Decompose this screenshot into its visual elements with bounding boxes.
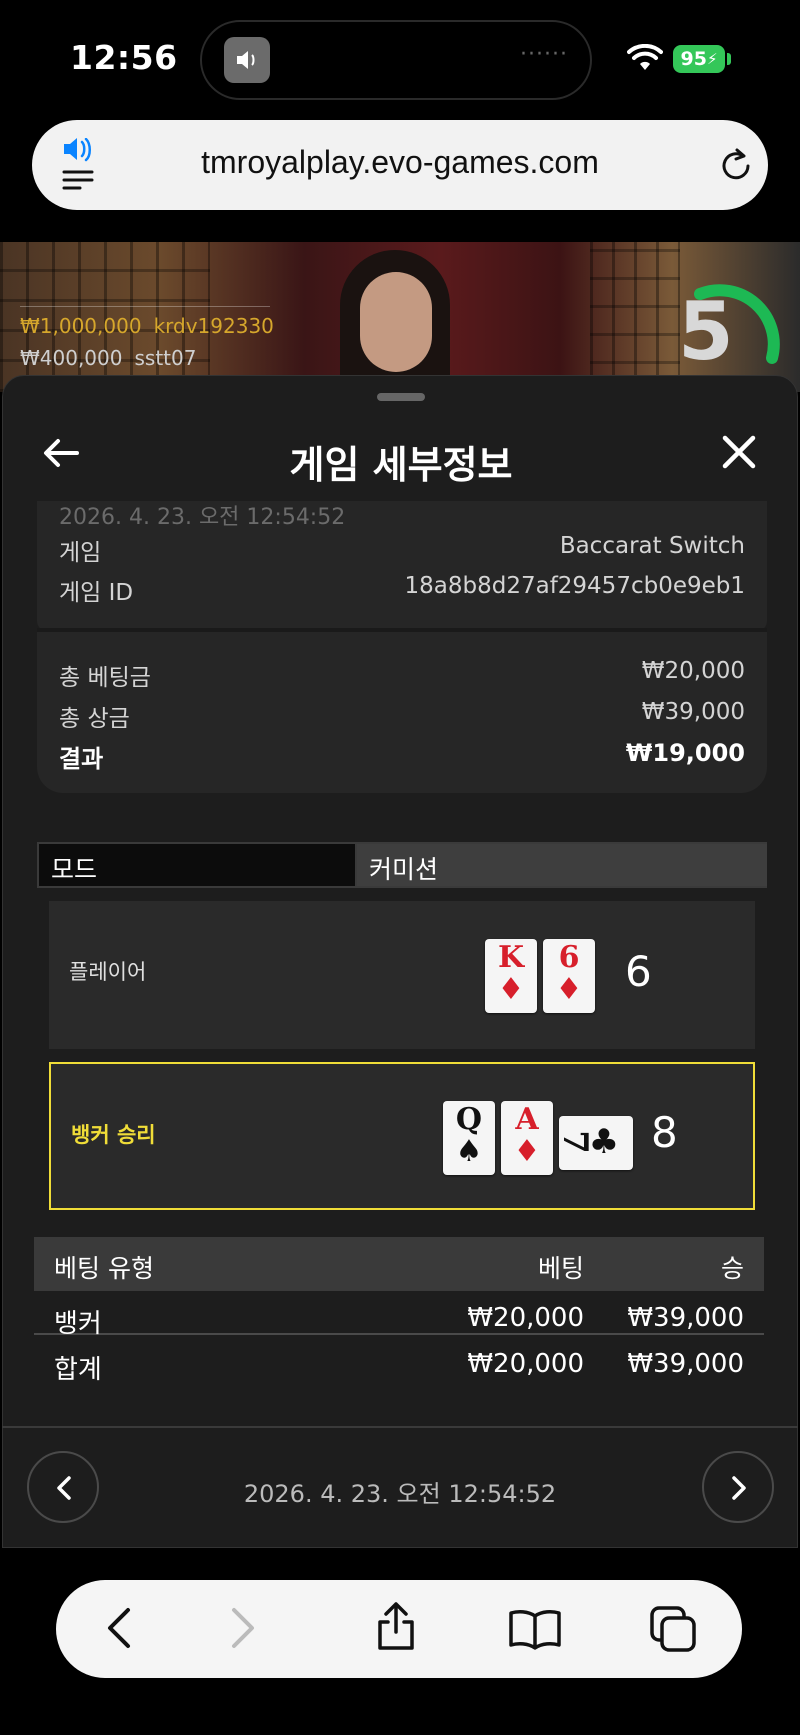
sheet-drag-handle[interactable] (377, 393, 425, 401)
address-bar[interactable]: tmroyalplay.evo-games.com (32, 120, 768, 210)
winner-amount: ₩1,000,000 (20, 314, 142, 338)
bet-amount: ₩20,000 (467, 1303, 584, 1333)
summary-row-result: 결과 ₩19,000 (59, 739, 745, 773)
card-rank: 7 (554, 1130, 595, 1154)
card-rank: A (515, 1102, 539, 1137)
summary-row-total-bet: 총 베팅금 ₩20,000 (59, 658, 745, 692)
win-amount: ₩39,000 (627, 1303, 744, 1333)
summary-row-total-win: 총 상금 ₩39,000 (59, 699, 745, 733)
win-amount: ₩39,000 (627, 1349, 744, 1379)
page-title: 게임 세부정보 (289, 443, 513, 487)
winner-row: ₩1,000,000 krdv192330 (20, 314, 286, 338)
player-hand: 플레이어 K ♦ 6 ♦ 6 (49, 901, 755, 1049)
diamond-suit-icon: ♦ (497, 972, 525, 1007)
dynamic-island: ······ (200, 20, 592, 100)
back-chevron-icon[interactable] (104, 1606, 134, 1654)
info-label: 게임 (59, 540, 102, 566)
status-bar: 12:56 ······ 95 ⚡ (0, 0, 800, 110)
winner-user: krdv192330 (153, 314, 274, 338)
bet-type: 뱅커 (54, 1309, 102, 1339)
ellipsis-indicator: ······ (520, 42, 568, 67)
winner-divider (20, 306, 270, 307)
card-rank: Q (455, 1102, 483, 1137)
info-value: Baccarat Switch (559, 533, 745, 559)
table-row: 뱅커 ₩20,000 ₩39,000 (34, 1291, 764, 1339)
speaker-icon (224, 37, 270, 83)
summary-label: 결과 (59, 745, 104, 773)
info-label: 게임 ID (59, 580, 134, 606)
mode-value: 커미션 (369, 855, 439, 884)
summary-value: ₩20,000 (641, 658, 745, 684)
winner-amount: ₩400,000 (20, 346, 123, 370)
playing-card-sideways: 7♣ (555, 1116, 633, 1170)
playing-card: Q ♠ (443, 1101, 495, 1175)
summary-label: 총 상금 (59, 706, 130, 732)
next-game-button[interactable] (702, 1451, 774, 1523)
bet-amount: ₩20,000 (467, 1349, 584, 1379)
bet-summary-card: 총 베팅금 ₩20,000 총 상금 ₩39,000 결과 ₩19,000 (37, 628, 767, 793)
battery-level: 95 (680, 48, 707, 70)
countdown-timer: 5 (678, 285, 734, 378)
bookmarks-icon[interactable] (508, 1608, 562, 1654)
url-text[interactable]: tmroyalplay.evo-games.com (32, 144, 768, 181)
playing-card: K ♦ (485, 939, 537, 1013)
col-bet: 베팅 (537, 1254, 584, 1283)
live-video-feed: ₩1,000,000 krdv192330 ₩400,000 sstt07 5 (0, 242, 800, 392)
bet-table-header: 베팅 유형 베팅 승 (34, 1237, 764, 1291)
info-value: 18a8b8d27af29457cb0e9eb1 (404, 573, 746, 599)
summary-label: 총 베팅금 (59, 665, 151, 691)
mode-value-cell: 커미션 (357, 844, 767, 886)
banker-win-label: 뱅커 승리 (71, 1123, 156, 1147)
mode-label: 모드 (51, 855, 98, 884)
mode-row: 모드 커미션 (37, 842, 767, 888)
info-row-game: 게임 Baccarat Switch (59, 533, 745, 567)
battery-indicator: 95 ⚡ (673, 45, 725, 73)
banker-score: 8 (651, 1108, 678, 1157)
footer-timestamp: 2026. 4. 23. 오전 12:54:52 (243, 1480, 557, 1508)
wifi-icon (627, 43, 663, 76)
chevron-right-icon (732, 1476, 746, 1500)
background-lattice-right (590, 242, 680, 392)
table-row-total: 합계 ₩20,000 ₩39,000 (34, 1337, 764, 1385)
bet-type: 합계 (54, 1355, 102, 1385)
card-rank: 6 (558, 940, 580, 975)
share-icon[interactable] (374, 1600, 418, 1656)
forward-chevron-icon[interactable] (228, 1606, 258, 1654)
card-rank: K (497, 940, 525, 975)
battery-tip (727, 53, 731, 65)
footer-divider (2, 1426, 798, 1428)
banker-hand: 뱅커 승리 Q ♠ A ♦ 7♣ 8 (49, 1062, 755, 1210)
tabs-icon[interactable] (648, 1604, 698, 1656)
playing-card: 6 ♦ (543, 939, 595, 1013)
player-score: 6 (625, 947, 652, 996)
game-timestamp: 2026. 4. 23. 오전 12:54:52 (59, 505, 346, 530)
diamond-suit-icon: ♦ (555, 972, 583, 1007)
dealer-face (360, 272, 432, 372)
col-bet-type: 베팅 유형 (54, 1254, 154, 1283)
browser-toolbar (56, 1580, 742, 1678)
winner-user: sstt07 (134, 346, 197, 370)
close-icon[interactable] (721, 434, 757, 474)
playing-card: A ♦ (501, 1101, 553, 1175)
summary-value: ₩19,000 (625, 739, 745, 767)
info-row-game-id: 게임 ID 18a8b8d27af29457cb0e9eb1 (59, 573, 745, 607)
game-info-card: 2026. 4. 23. 오전 12:54:52 게임 Baccarat Swi… (37, 501, 767, 631)
clock: 12:56 (70, 38, 178, 77)
spade-suit-icon: ♠ (455, 1134, 483, 1169)
diamond-suit-icon: ♦ (513, 1134, 541, 1169)
sheet-header: 게임 세부정보 (3, 416, 797, 496)
mode-label-cell: 모드 (39, 844, 357, 886)
summary-value: ₩39,000 (641, 699, 745, 725)
player-label: 플레이어 (69, 960, 147, 984)
col-win: 승 (720, 1254, 744, 1283)
reload-icon[interactable] (720, 146, 754, 186)
winner-row: ₩400,000 sstt07 (20, 346, 208, 370)
